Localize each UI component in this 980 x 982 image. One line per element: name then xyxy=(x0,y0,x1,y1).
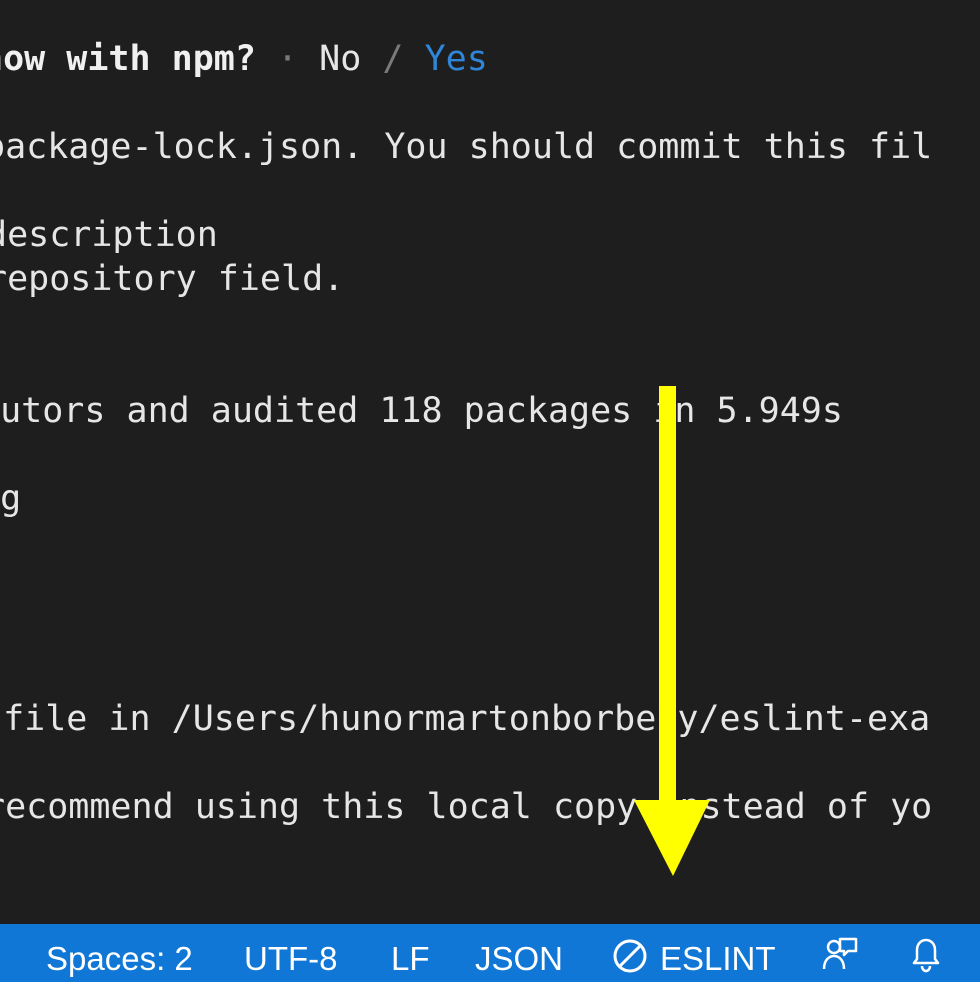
eol-status[interactable]: LF xyxy=(391,924,430,982)
terminal-line: repository field. xyxy=(0,259,345,299)
bell-icon[interactable] xyxy=(908,934,944,974)
terminal-line: butors and audited 118 packages in 5.949… xyxy=(0,391,843,431)
terminal-prompt-line: now with npm? · No / Yes xyxy=(0,37,488,81)
prompt-option-yes[interactable]: Yes xyxy=(425,39,488,79)
vscode-window: now with npm? · No / Yes package-lock.js… xyxy=(0,0,980,982)
terminal-line: file in /Users/hunormartonborbely/eslint… xyxy=(0,699,931,739)
terminal-line: recommend using this local copy instead … xyxy=(0,787,933,827)
prompt-question: now with npm? xyxy=(0,39,256,79)
indentation-status[interactable]: Spaces: 2 xyxy=(46,924,193,982)
prohibited-icon xyxy=(613,939,647,973)
eslint-label: ESLINT xyxy=(660,940,776,977)
prompt-separator: · xyxy=(277,39,299,79)
status-bar: Spaces: 2 UTF-8 LF JSON ESLINT xyxy=(0,924,980,982)
terminal-panel[interactable]: now with npm? · No / Yes package-lock.js… xyxy=(0,0,980,924)
terminal-line: description xyxy=(0,215,218,255)
language-mode-status[interactable]: JSON xyxy=(475,924,563,982)
encoding-status[interactable]: UTF-8 xyxy=(244,924,338,982)
terminal-line: package-lock.json. You should commit thi… xyxy=(0,127,933,167)
feedback-person-icon[interactable] xyxy=(820,935,860,975)
terminal-line: ng xyxy=(0,479,22,519)
prompt-option-no[interactable]: No xyxy=(319,39,361,79)
prompt-slash: / xyxy=(382,39,404,79)
